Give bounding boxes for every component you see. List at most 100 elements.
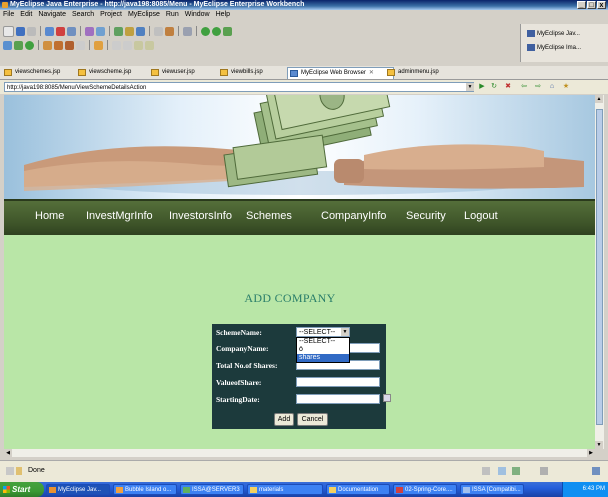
stop-server-icon[interactable] [56, 26, 65, 36]
minimize-button[interactable]: _ [577, 1, 586, 9]
debug-icon[interactable] [165, 26, 174, 36]
menu-file[interactable]: File [0, 10, 17, 20]
new-package-icon[interactable] [14, 40, 23, 50]
back-icon[interactable]: ⇦ [520, 83, 528, 91]
console-icon[interactable] [183, 26, 192, 36]
menu-search[interactable]: Search [69, 10, 97, 20]
prev-annotation-icon[interactable] [123, 40, 132, 50]
nav-companyinfo[interactable]: CompanyInfo [321, 210, 386, 222]
new-project-icon[interactable] [25, 40, 34, 50]
tab-viewuser[interactable]: viewuser.jsp [149, 67, 195, 78]
folder-icon[interactable] [43, 40, 52, 50]
nav-security[interactable]: Security [406, 210, 446, 222]
scheme-name-select[interactable]: --SELECT-- ▼ [296, 327, 350, 337]
forward-icon[interactable]: ⇨ [534, 83, 542, 91]
bookmark-icon[interactable] [65, 40, 74, 50]
menu-navigate[interactable]: Navigate [35, 10, 69, 20]
save-icon[interactable] [16, 26, 25, 36]
scheme-option[interactable]: --SELECT-- [297, 338, 349, 346]
run-icon[interactable] [201, 26, 210, 36]
taskbar-item[interactable]: ISSA [Compatibi... [460, 484, 524, 495]
taskbar-item[interactable]: ISSA@SERVER3 [180, 484, 244, 495]
run-last-icon[interactable] [212, 26, 221, 36]
debug-run-icon[interactable] [223, 26, 232, 36]
nav-home[interactable]: Home [35, 210, 64, 222]
nav-schemes[interactable]: Schemes [246, 210, 292, 222]
menu-project[interactable]: Project [97, 10, 125, 20]
status-icon[interactable] [482, 467, 490, 475]
new-class-icon[interactable] [3, 40, 12, 50]
scheme-option[interactable]: ö [297, 346, 349, 354]
starting-date-input[interactable] [296, 394, 380, 404]
cancel-button[interactable]: Cancel [297, 413, 328, 426]
menu-help[interactable]: Help [213, 10, 233, 20]
deploy-icon[interactable] [67, 26, 76, 36]
go-icon[interactable]: ▶ [478, 83, 486, 91]
task-icon[interactable] [76, 40, 85, 50]
open-type-icon[interactable] [96, 26, 105, 36]
refresh-icon[interactable]: ↻ [490, 83, 498, 91]
tab-viewscheme[interactable]: viewscheme.jsp [76, 67, 131, 78]
close-tab-icon[interactable]: ✕ [369, 70, 374, 76]
taskbar-item[interactable]: materials [247, 484, 323, 495]
bookmark-icon[interactable]: ★ [562, 83, 570, 91]
lock-icon [16, 467, 22, 475]
start-button[interactable]: Start [0, 482, 44, 497]
taskbar-item[interactable]: Documentation [326, 484, 390, 495]
scroll-up-icon[interactable]: ▲ [595, 95, 603, 103]
nav-logout[interactable]: Logout [464, 210, 498, 222]
tab-web-browser[interactable]: MyEclipse Web Browser ✕ [287, 67, 394, 79]
menu-edit[interactable]: Edit [17, 10, 35, 20]
forward-icon[interactable] [145, 40, 154, 50]
add-button[interactable]: Add [274, 413, 294, 426]
web-project-icon[interactable] [114, 26, 123, 36]
taskbar-item[interactable]: 02-Spring-Core.... [393, 484, 457, 495]
status-icon[interactable] [498, 467, 506, 475]
new-wizard-icon[interactable] [85, 26, 94, 36]
menu-myeclipse[interactable]: MyEclipse [125, 10, 163, 20]
tab-adminmenu[interactable]: adminmenu.jsp [385, 67, 439, 78]
scroll-thumb[interactable] [596, 109, 603, 425]
new-icon[interactable] [3, 25, 14, 37]
chevron-down-icon[interactable]: ▼ [341, 328, 349, 336]
back-icon[interactable] [134, 40, 143, 50]
status-icon[interactable] [592, 467, 600, 475]
value-of-share-input[interactable] [296, 377, 380, 387]
url-field[interactable]: http://java198:8085/Menu/ViewSchemeDetai… [4, 82, 474, 92]
home-icon[interactable]: ⌂ [548, 83, 556, 91]
browser-tab-icon [290, 70, 298, 77]
status-icon[interactable] [540, 467, 548, 475]
nav-investorsinfo[interactable]: InvestorsInfo [169, 210, 232, 222]
status-text: Done [28, 467, 45, 474]
taskbar-item[interactable]: Bubble Island o... [113, 484, 177, 495]
vertical-scrollbar[interactable]: ▲ ▼ [595, 95, 604, 449]
scheme-option[interactable]: shares [297, 354, 349, 362]
server-icon[interactable] [45, 26, 54, 36]
scroll-down-icon[interactable]: ▼ [595, 441, 603, 449]
menu-run[interactable]: Run [163, 10, 182, 20]
next-annotation-icon[interactable] [112, 40, 121, 50]
package-icon[interactable] [125, 26, 134, 36]
menu-window[interactable]: Window [182, 10, 213, 20]
scroll-left-icon[interactable]: ◀ [4, 449, 12, 457]
tab-viewbills[interactable]: viewbills.jsp [218, 67, 263, 78]
taskbar-item[interactable]: MyEclipse Jav... [46, 484, 110, 495]
annotation-icon[interactable] [94, 40, 103, 50]
close-window-button[interactable]: x [597, 1, 606, 9]
stop-icon[interactable]: ✖ [504, 83, 512, 91]
url-dropdown-icon[interactable]: ▼ [466, 83, 474, 91]
horizontal-scrollbar[interactable]: ◀ ▶ [4, 449, 595, 457]
perspective-myeclipse-java[interactable]: MyEclipse Jav... [527, 30, 580, 37]
fast-view-icon[interactable] [6, 467, 14, 475]
calendar-icon[interactable] [383, 394, 391, 402]
open-resource-icon[interactable] [54, 40, 63, 50]
scroll-right-icon[interactable]: ▶ [587, 449, 595, 457]
perspective-myeclipse-image[interactable]: MyEclipse Ima... [527, 44, 581, 51]
browser-icon[interactable] [136, 26, 145, 36]
maximize-button[interactable]: □ [587, 1, 596, 9]
status-icon[interactable] [512, 467, 520, 475]
print-icon[interactable] [27, 26, 36, 36]
tab-viewschemes[interactable]: viewschemes.jsp [2, 67, 60, 78]
search-icon[interactable] [154, 26, 163, 36]
nav-investmgrinfo[interactable]: InvestMgrInfo [86, 210, 153, 222]
